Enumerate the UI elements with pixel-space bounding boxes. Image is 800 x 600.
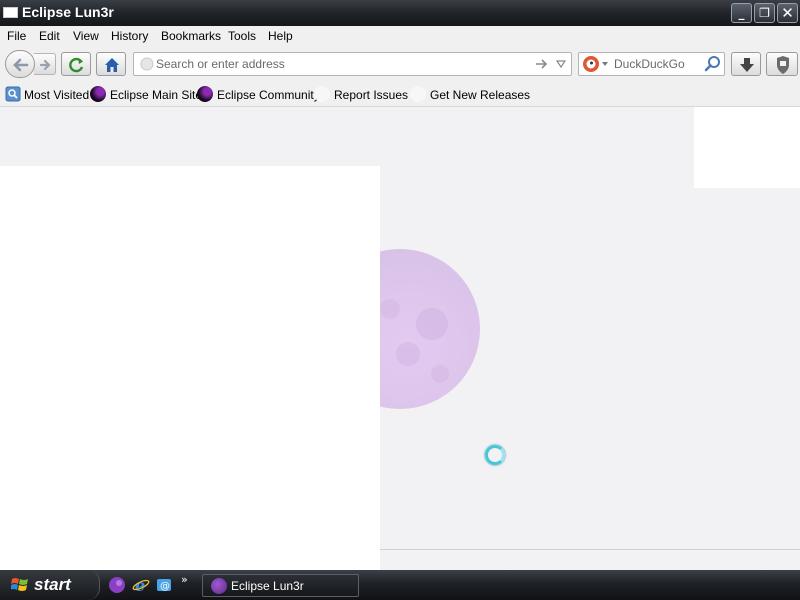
bookmark-report-issues[interactable]: Report Issues	[314, 86, 409, 103]
home-icon	[105, 58, 119, 72]
most-visited-icon	[5, 86, 21, 102]
menu-edit[interactable]: Edit	[39, 29, 60, 43]
svg-text:e: e	[135, 576, 145, 594]
bookmark-label: Eclipse Community	[217, 88, 320, 102]
bookmark-eclipse-community[interactable]: Eclipse Community	[197, 86, 320, 103]
menu-file[interactable]: File	[7, 29, 26, 43]
quick-launch-more[interactable]: »	[181, 573, 188, 586]
navigation-toolbar	[0, 46, 800, 82]
download-arrow-icon	[740, 58, 754, 72]
window-title: Eclipse Lun3r	[22, 4, 114, 20]
bookmark-label: Get New Releases	[430, 88, 531, 102]
close-button[interactable]: ✕	[777, 3, 798, 23]
bookmark-get-new-releases[interactable]: Get New Releases	[410, 86, 530, 103]
loading-spinner-icon	[485, 445, 505, 465]
outlook-express-icon[interactable]: @	[155, 576, 173, 594]
search-input[interactable]	[614, 56, 704, 72]
forward-button[interactable]	[34, 53, 56, 75]
ublock-extension-button[interactable]	[766, 52, 798, 76]
menu-bar: File Edit View History Bookmarks Tools H…	[0, 26, 800, 46]
page-content[interactable]	[0, 107, 800, 570]
back-arrow-icon	[13, 58, 29, 72]
minimize-button[interactable]: _	[731, 3, 752, 23]
start-label: start	[34, 575, 71, 594]
menu-bookmarks[interactable]: Bookmarks	[161, 29, 221, 43]
eclipse-moon-icon	[197, 86, 213, 102]
restore-button[interactable]: ❐	[754, 3, 775, 23]
blank-page-icon	[410, 86, 426, 102]
taskbar: start e @ » Eclipse Lun3r	[0, 570, 800, 600]
bookmark-label: Most Visited	[24, 88, 90, 102]
windows-flag-icon	[11, 578, 28, 591]
duckduckgo-icon[interactable]	[582, 54, 612, 74]
url-input[interactable]	[156, 56, 526, 72]
window-icon	[3, 7, 18, 18]
menu-view[interactable]: View	[73, 29, 99, 43]
forward-arrow-icon	[39, 59, 51, 71]
downloads-button[interactable]	[731, 52, 761, 76]
bookmarks-toolbar: Most Visited Eclipse Main Site Eclipse C…	[0, 82, 800, 107]
reload-icon	[69, 57, 84, 73]
globe-icon	[140, 57, 154, 71]
white-content-panel	[0, 166, 380, 570]
title-bar[interactable]: Eclipse Lun3r _ ❐ ✕	[0, 0, 800, 26]
search-bar[interactable]	[578, 52, 725, 76]
bookmark-eclipse-main-site[interactable]: Eclipse Main Site	[90, 86, 202, 103]
reload-button[interactable]	[61, 52, 91, 76]
taskbar-item-eclipse[interactable]: Eclipse Lun3r	[202, 574, 359, 597]
home-button[interactable]	[96, 52, 126, 76]
taskbar-item-label: Eclipse Lun3r	[231, 579, 304, 593]
eclipse-launcher-icon[interactable]	[108, 576, 126, 594]
internet-explorer-icon[interactable]: e	[132, 576, 150, 594]
address-bar[interactable]	[133, 52, 572, 76]
go-arrow-icon[interactable]	[534, 56, 550, 72]
menu-help[interactable]: Help	[268, 29, 293, 43]
svg-text:@: @	[160, 581, 170, 592]
dropdown-triangle-icon[interactable]	[555, 58, 567, 70]
menu-tools[interactable]: Tools	[228, 29, 256, 43]
blank-page-icon	[314, 86, 330, 102]
start-button[interactable]: start	[0, 570, 100, 600]
white-overlay-box	[694, 107, 800, 188]
shield-icon	[777, 56, 789, 74]
divider	[380, 549, 800, 550]
menu-history[interactable]: History	[111, 29, 148, 43]
bookmark-label: Eclipse Main Site	[110, 88, 203, 102]
search-icon[interactable]	[704, 55, 722, 73]
bookmark-most-visited[interactable]: Most Visited	[5, 86, 89, 103]
eclipse-moon-icon	[90, 86, 106, 102]
bookmark-label: Report Issues	[334, 88, 409, 102]
eclipse-moon-icon	[211, 578, 227, 594]
back-button[interactable]	[5, 50, 35, 78]
